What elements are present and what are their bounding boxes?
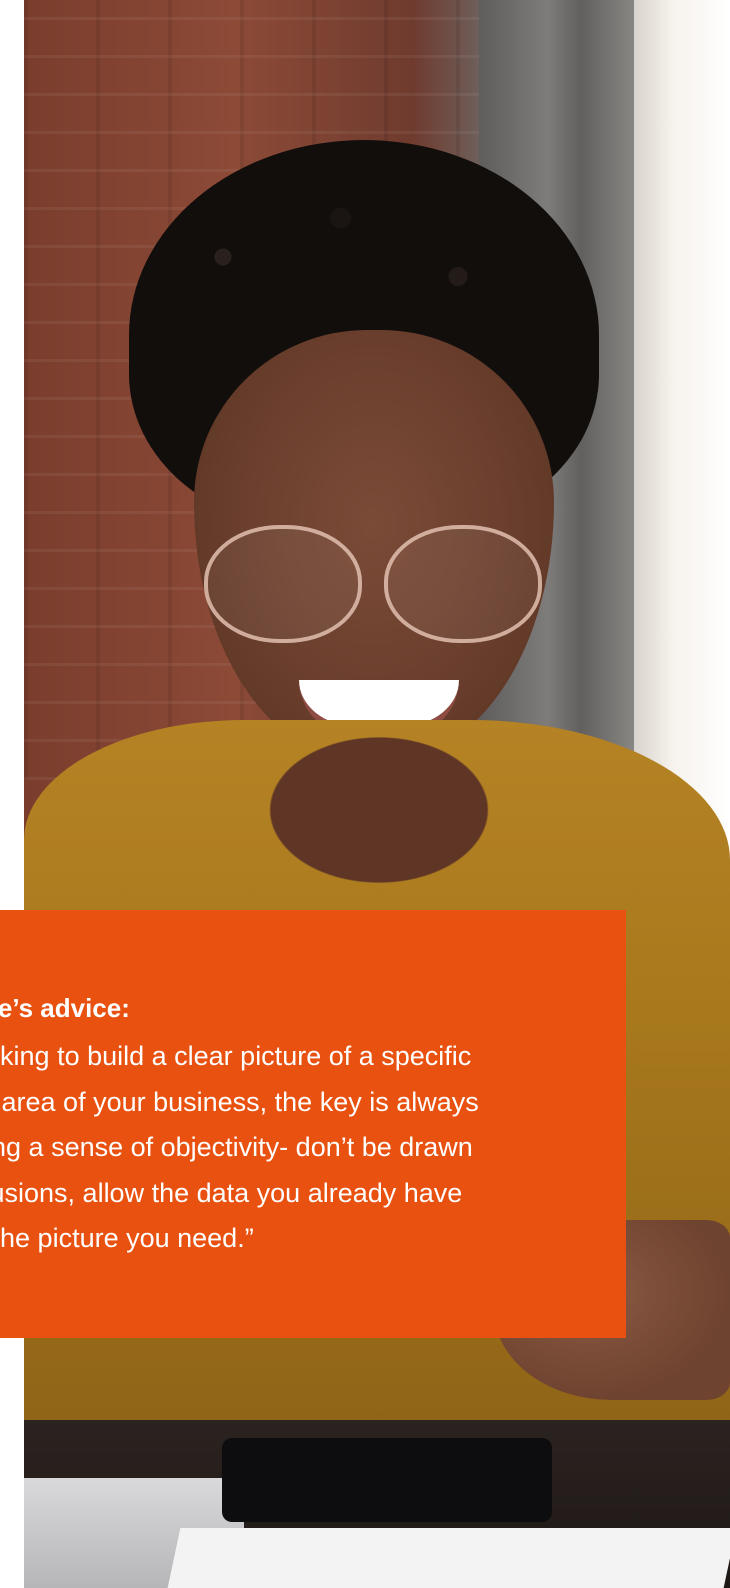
calculator xyxy=(222,1438,552,1522)
window-light-background xyxy=(634,0,730,820)
quote-line: ning a sense of objectivity- don’t be dr… xyxy=(0,1132,473,1162)
hero-photo xyxy=(24,0,730,1588)
quote-heading: ne’s advice: xyxy=(0,993,130,1023)
quote-line: e the picture you need.” xyxy=(0,1223,254,1253)
quote-card: ne’s advice: ooking to build a clear pic… xyxy=(0,910,626,1338)
quote-line: ooking to build a clear picture of a spe… xyxy=(0,1041,472,1071)
glasses-right-lens xyxy=(384,525,542,643)
quote-body: ooking to build a clear picture of a spe… xyxy=(0,1034,590,1262)
quote-line: clusions, allow the data you already hav… xyxy=(0,1177,463,1208)
glasses-left-lens xyxy=(204,525,362,643)
quote-line: or area of your business, the key is alw… xyxy=(0,1086,479,1117)
page-left-margin xyxy=(0,0,24,1588)
paper-sheet xyxy=(167,1528,730,1588)
